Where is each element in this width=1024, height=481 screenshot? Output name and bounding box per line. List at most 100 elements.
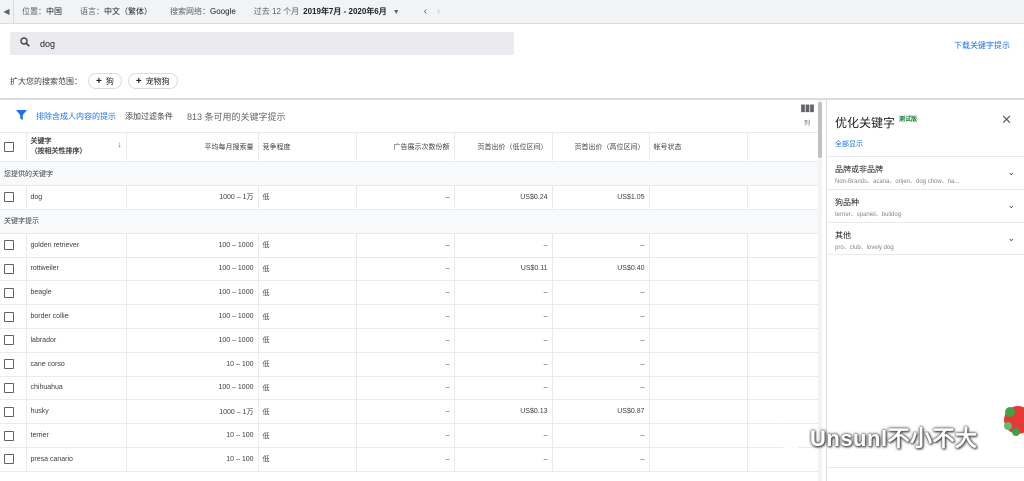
- bid-high-cell: –: [552, 328, 650, 353]
- provided-section-label: 您提供的关键字: [0, 161, 818, 186]
- row-checkbox[interactable]: [4, 359, 14, 370]
- group-title: 其他: [835, 231, 851, 240]
- beta-badge: 测试版: [899, 117, 918, 123]
- language-filter[interactable]: 语言：中文（繁体）: [72, 6, 162, 17]
- search-row: dog 下载关键字提示: [0, 24, 1024, 64]
- account-status-header[interactable]: 帐号状态: [649, 132, 748, 162]
- row-checkbox[interactable]: [4, 430, 14, 441]
- impression-share-header[interactable]: 广告展示次数份额: [356, 132, 455, 162]
- row-checkbox[interactable]: [4, 454, 14, 465]
- bid-low-cell: US$0.24: [454, 185, 553, 210]
- row-checkbox[interactable]: [4, 287, 14, 298]
- account-status-cell: [649, 304, 748, 329]
- row-checkbox[interactable]: [4, 192, 14, 203]
- empty-cell: [747, 352, 819, 377]
- impression-share-cell: –: [356, 399, 455, 425]
- row-select-cell: [0, 447, 27, 472]
- broaden-chip[interactable]: + 狗: [88, 73, 122, 89]
- empty-cell: [747, 233, 819, 258]
- keyword-cell: husky: [26, 399, 127, 425]
- wechat-icon: [763, 423, 804, 450]
- row-checkbox[interactable]: [4, 335, 14, 346]
- date-range-filter[interactable]: 过去 12 个月 2019年7月 - 2020年6月 ▼: [246, 6, 410, 17]
- row-checkbox[interactable]: [4, 311, 14, 322]
- group-subtitle: pro、club、lovely dog: [835, 245, 894, 251]
- row-select-cell: [0, 399, 27, 425]
- chevron-left-icon[interactable]: ‹: [424, 6, 427, 17]
- refine-group-breed[interactable]: 狗品种 terrier、spaniel、bulldog ⌄: [827, 189, 1024, 222]
- group-title: 品牌或非品牌: [835, 165, 883, 174]
- scrollbar-thumb[interactable]: [818, 102, 822, 158]
- bid-low-header[interactable]: 页首出价（低位区间）: [454, 132, 553, 162]
- network-filter[interactable]: 搜索网络：Google: [162, 6, 246, 17]
- volume-cell: 1000 – 1万: [126, 185, 259, 210]
- search-input[interactable]: dog: [10, 32, 514, 55]
- select-all-checkbox[interactable]: [4, 142, 14, 152]
- refine-group-other[interactable]: 其他 pro、club、lovely dog ⌄: [827, 222, 1024, 255]
- competition-header[interactable]: 竞争程度: [258, 132, 357, 162]
- account-status-cell: [649, 352, 748, 377]
- bid-high-header[interactable]: 页首出价（高位区间）: [552, 132, 650, 162]
- keyword-header[interactable]: ↓ 关键字 （按相关性排序）: [26, 132, 127, 162]
- bid-high-cell: –: [552, 304, 650, 329]
- chip-label: 狗: [105, 76, 114, 86]
- filter-bar: ◀ 位置：中国 语言：中文（繁体） 搜索网络：Google 过去 12 个月 20…: [0, 0, 1024, 24]
- download-keywords-link[interactable]: 下载关键字提示: [954, 40, 1010, 51]
- back-arrow-icon[interactable]: ◀: [0, 0, 14, 24]
- table-row[interactable]: labrador 100 – 1000 低 – – –: [0, 328, 819, 353]
- competition-cell: 低: [258, 376, 357, 401]
- show-all-link[interactable]: 全部显示: [835, 139, 863, 149]
- location-label: 位置：: [22, 7, 46, 16]
- volume-cell: 10 – 100: [126, 447, 259, 472]
- table-row[interactable]: cane corso 10 – 100 低 – – –: [0, 352, 819, 377]
- exclude-adult-filter[interactable]: 排除含成人内容的提示: [36, 111, 116, 122]
- table-row[interactable]: border collie 100 – 1000 低 – – –: [0, 304, 819, 329]
- row-checkbox[interactable]: [4, 263, 14, 274]
- row-select-cell: [0, 376, 27, 401]
- close-icon[interactable]: ✕: [1001, 112, 1012, 128]
- row-checkbox[interactable]: [4, 240, 14, 251]
- table-row[interactable]: terrier 10 – 100 低 – – –: [0, 423, 819, 448]
- period-value: 2019年7月 - 2020年6月: [303, 7, 387, 16]
- bid-high-cell: –: [552, 352, 650, 377]
- impression-share-cell: –: [356, 328, 455, 353]
- table-row[interactable]: husky 1000 – 1万低 – US$0.13 US$0.87: [0, 399, 819, 425]
- date-nav: ‹ ›: [424, 6, 451, 17]
- competition-cell: 低: [258, 304, 357, 329]
- chevron-right-icon[interactable]: ›: [437, 6, 440, 17]
- table-row[interactable]: presa canario 10 – 100 低 – – –: [0, 447, 819, 472]
- bid-low-cell: –: [454, 423, 553, 448]
- table-row[interactable]: beagle 100 – 1000 低 – – –: [0, 280, 819, 306]
- broaden-label: 扩大您的搜索范围：: [10, 76, 82, 86]
- promo-badge-icon[interactable]: [1000, 386, 1024, 442]
- table-row[interactable]: golden retriever 100 – 1000 低 – – –: [0, 233, 819, 258]
- keyword-cell: dog: [26, 185, 127, 210]
- account-status-cell: [649, 233, 748, 258]
- keyword-cell: rottweiler: [26, 257, 127, 282]
- row-checkbox[interactable]: [4, 406, 14, 417]
- group-title: 狗品种: [835, 198, 859, 207]
- broaden-chip[interactable]: + 宠物狗: [127, 73, 178, 89]
- volume-header[interactable]: 平均每月搜索量: [126, 132, 259, 162]
- bid-low-cell: –: [454, 376, 553, 401]
- filter-icon[interactable]: [16, 109, 27, 123]
- bid-low-cell: –: [454, 447, 553, 472]
- empty-cell: [747, 280, 819, 306]
- row-checkbox[interactable]: [4, 382, 14, 393]
- row-select-cell: [0, 352, 27, 377]
- panel-title-text: 优化关键字: [835, 116, 896, 130]
- bid-low-cell: US$0.13: [454, 399, 553, 425]
- panel-title: 优化关键字 测试版: [835, 114, 917, 131]
- table-row[interactable]: rottweiler 100 – 1000 低 – US$0.11 US$0.40: [0, 257, 819, 282]
- caret-down-icon: ▼: [392, 9, 400, 16]
- row-select-cell: [0, 328, 27, 353]
- section-row: 您提供的关键字: [0, 161, 818, 186]
- add-filter-button[interactable]: 添加过滤条件: [125, 111, 173, 122]
- location-filter[interactable]: 位置：中国: [14, 6, 72, 17]
- columns-button[interactable]: ▮▮▮ 列: [800, 104, 815, 128]
- volume-cell: 100 – 1000: [126, 376, 259, 401]
- table-row[interactable]: dog 1000 – 1万低 – US$0.24 US$1.05: [0, 185, 819, 210]
- impression-share-cell: –: [356, 447, 455, 472]
- refine-group-brand[interactable]: 品牌或非品牌 Non-Brands、acana、orijen、dog chow、…: [827, 156, 1024, 189]
- table-row[interactable]: chihuahua 100 – 1000 低 – – –: [0, 376, 819, 401]
